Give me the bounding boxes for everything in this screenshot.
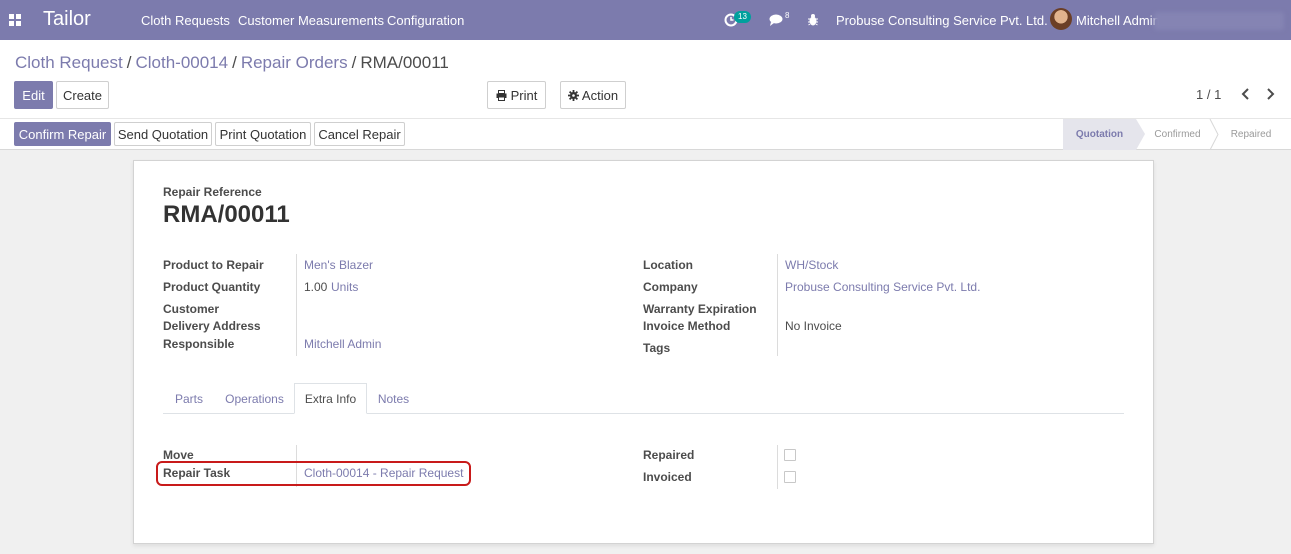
print-button[interactable]: Print: [487, 81, 546, 109]
user-avatar[interactable]: [1050, 8, 1072, 30]
top-navbar: Tailor Cloth Requests Customer Measureme…: [0, 0, 1291, 40]
product-to-repair-value[interactable]: Men's Blazer: [304, 258, 373, 272]
pager-previous-icon[interactable]: [1241, 88, 1250, 100]
print-quotation-button[interactable]: Print Quotation: [215, 122, 311, 146]
debug-bug-icon[interactable]: [807, 13, 819, 27]
stage-confirmed: Confirmed: [1154, 129, 1201, 140]
repaired-label: Repaired: [643, 448, 695, 462]
stage-repaired: Repaired: [1230, 129, 1272, 140]
control-panel: Cloth Request / Cloth-00014/Repair Orders /…: [0, 40, 1291, 120]
product-quantity-value: 1.00: [304, 280, 328, 294]
responsible-value[interactable]: Mitchell Admin: [304, 337, 381, 351]
breadcrumb-repair-orders[interactable]: Repair Orders: [241, 53, 348, 72]
breadcrumb-current: RMA/00011: [360, 53, 449, 72]
notebook-tabs: Parts Operations Extra Info Notes: [163, 383, 1124, 414]
cancel-repair-button[interactable]: Cancel Repair: [314, 122, 405, 146]
stage-separator-icon: [1209, 119, 1219, 150]
statusbar: Confirm Repair Send Quotation Print Quot…: [0, 118, 1291, 150]
repaired-checkbox[interactable]: [784, 449, 796, 461]
menu-configuration[interactable]: Configuration: [387, 13, 464, 28]
messages-chat-icon[interactable]: [769, 14, 783, 26]
app-menu-icon[interactable]: [9, 14, 21, 26]
delivery-address-label: Delivery Address: [163, 319, 261, 333]
location-value[interactable]: WH/Stock: [785, 258, 838, 272]
tab-operations[interactable]: Operations: [215, 383, 294, 414]
gear-icon: [567, 89, 579, 101]
pager-next-icon[interactable]: [1266, 88, 1275, 100]
stage-arrow: [1136, 119, 1145, 150]
invoiced-checkbox[interactable]: [784, 471, 796, 483]
move-label: Move: [163, 448, 194, 462]
edit-button[interactable]: Edit: [14, 81, 53, 109]
tab-notes[interactable]: Notes: [367, 383, 420, 414]
company-label: Company: [643, 280, 698, 294]
breadcrumb-cloth-request[interactable]: Cloth Request: [15, 53, 123, 72]
repair-reference-label: Repair Reference: [163, 185, 262, 199]
product-uom-value[interactable]: Units: [331, 280, 358, 294]
warranty-expiration-label: Warranty Expiration: [643, 302, 757, 316]
stage-quotation: Quotation: [1063, 119, 1136, 150]
pager-value[interactable]: 1 / 1: [1196, 87, 1221, 102]
form-sheet: Repair Reference RMA/00011 Product to Re…: [133, 160, 1154, 544]
breadcrumb: Cloth Request / Cloth-00014/Repair Orders /…: [15, 53, 449, 72]
blurred-area: [1154, 12, 1284, 30]
tab-extra-info[interactable]: Extra Info: [294, 383, 367, 414]
menu-cloth-requests[interactable]: Cloth Requests: [141, 13, 230, 28]
invoice-method-value[interactable]: No Invoice: [785, 319, 842, 333]
tab-parts[interactable]: Parts: [163, 383, 215, 414]
repair-task-highlight: [156, 461, 471, 486]
breadcrumb-cloth-00014[interactable]: Cloth-00014: [135, 53, 228, 72]
customer-label: Customer: [163, 302, 220, 316]
product-to-repair-label: Product to Repair: [163, 258, 264, 272]
tags-label: Tags: [643, 341, 671, 355]
invoiced-label: Invoiced: [643, 470, 692, 484]
company-value[interactable]: Probuse Consulting Service Pvt. Ltd.: [785, 280, 980, 294]
app-title[interactable]: Tailor: [43, 8, 91, 31]
create-button[interactable]: Create: [56, 81, 109, 109]
menu-customer-measurements[interactable]: Customer Measurements: [238, 13, 384, 28]
printer-icon: [496, 89, 507, 101]
confirm-repair-button[interactable]: Confirm Repair: [14, 122, 111, 146]
activity-count-badge: 13: [734, 11, 751, 23]
responsible-label: Responsible: [163, 337, 235, 351]
messages-count: 8: [785, 11, 790, 20]
company-switcher[interactable]: Probuse Consulting Service Pvt. Ltd.: [836, 13, 1048, 28]
invoice-method-label: Invoice Method: [643, 319, 731, 333]
product-quantity-label: Product Quantity: [163, 280, 261, 294]
location-label: Location: [643, 258, 693, 272]
action-button[interactable]: Action: [560, 81, 626, 109]
user-menu[interactable]: Mitchell Admin: [1076, 13, 1160, 28]
repair-reference-value: RMA/00011: [163, 201, 290, 228]
send-quotation-button[interactable]: Send Quotation: [114, 122, 212, 146]
